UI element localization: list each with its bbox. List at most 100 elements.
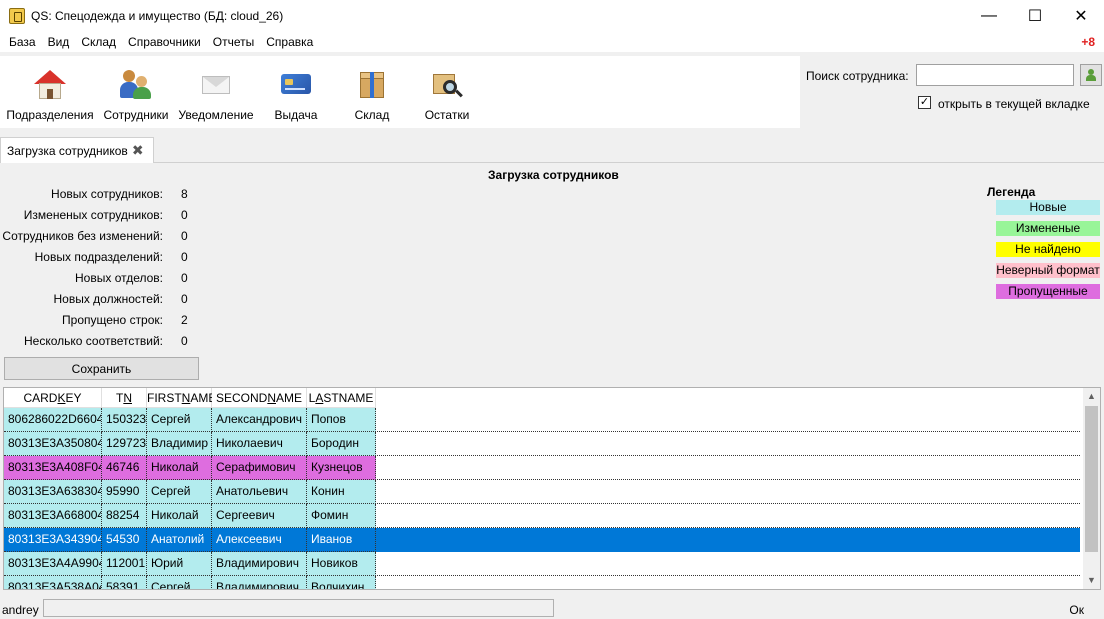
table-row[interactable]: 80313E3A408F04 46746 Николай Серафимович Куз… xyxy=(4,456,1080,480)
menu-item-otchety[interactable]: Отчеты xyxy=(207,35,260,49)
issue-button[interactable]: Выдача xyxy=(260,56,332,128)
tab-strip: Загрузка сотрудников ✖ xyxy=(0,133,1104,163)
window-controls: — ☐ ✕ xyxy=(966,0,1104,32)
stat-label: Измененых сотрудников: xyxy=(23,208,163,222)
table-cell[interactable]: 46746 xyxy=(102,456,147,480)
table-cell[interactable]: Алексеевич xyxy=(212,528,307,552)
table-cell[interactable]: Владимирович xyxy=(212,576,307,589)
tab-employee-load[interactable]: Загрузка сотрудников ✖ xyxy=(0,137,154,163)
departments-button[interactable]: Подразделения xyxy=(0,56,100,128)
table-cell[interactable]: 150323 xyxy=(102,408,147,432)
menu-item-spravochniki[interactable]: Справочники xyxy=(122,35,207,49)
minimize-button[interactable]: — xyxy=(966,0,1012,32)
column-header[interactable]: SECONDNAME xyxy=(212,388,307,408)
table-cell[interactable]: Иванов xyxy=(307,528,376,552)
table-row-selected[interactable]: 80313E3A343904 54530 Анатолий Алексеевич Ива… xyxy=(4,528,1080,552)
table-cell[interactable]: 80313E3A343904 xyxy=(4,528,102,552)
table-cell[interactable]: Кузнецов xyxy=(307,456,376,480)
search-box-icon xyxy=(431,68,463,100)
open-in-current-tab-checkbox[interactable]: ✓ xyxy=(918,96,931,109)
table-row[interactable]: 80313E3A668004 88254 Николай Сергеевич Фомин xyxy=(4,504,1080,528)
table-row[interactable]: 806286022D6604 150323 Сергей Александрович П… xyxy=(4,408,1080,432)
tab-close-icon[interactable]: ✖ xyxy=(132,142,144,159)
table-cell[interactable]: 54530 xyxy=(102,528,147,552)
table-cell[interactable]: Фомин xyxy=(307,504,376,528)
scroll-down-icon[interactable]: ▼ xyxy=(1083,572,1100,589)
employee-search-label: Поиск сотрудника: xyxy=(806,69,909,83)
column-header[interactable]: CARDKEY xyxy=(4,388,102,408)
menu-item-vid[interactable]: Вид xyxy=(42,35,76,49)
table-cell[interactable]: 80313E3A4A9904 xyxy=(4,552,102,576)
table-cell[interactable]: 80313E3A350804 xyxy=(4,432,102,456)
menu-bar: База Вид Склад Справочники Отчеты Справк… xyxy=(0,32,1104,52)
table-cell[interactable]: 112001 xyxy=(102,552,147,576)
column-header[interactable]: TN xyxy=(102,388,147,408)
table-cell[interactable]: Новиков xyxy=(307,552,376,576)
status-user: andrey xyxy=(2,603,39,617)
window-title: QS: Спецодежда и имущество (БД: cloud_26… xyxy=(31,9,284,23)
scroll-thumb[interactable] xyxy=(1085,406,1098,552)
people-icon xyxy=(120,68,152,100)
table-cell[interactable]: 58391 xyxy=(102,576,147,589)
menu-item-sklad[interactable]: Склад xyxy=(75,35,122,49)
close-button[interactable]: ✕ xyxy=(1058,0,1104,32)
balances-button[interactable]: Остатки xyxy=(412,56,482,128)
table-cell[interactable]: Анатолий xyxy=(147,528,212,552)
table-cell[interactable]: Николай xyxy=(147,504,212,528)
stat-label: Пропущено строк: xyxy=(62,313,163,327)
table-row[interactable]: 80313E3A350804 129723 Владимир Николаевич Бо… xyxy=(4,432,1080,456)
table-row[interactable]: 80313E3A4A9904 112001 Юрий Владимирович Нови… xyxy=(4,552,1080,576)
table-cell[interactable]: Николай xyxy=(147,456,212,480)
table-cell[interactable]: Александрович xyxy=(212,408,307,432)
table-cell[interactable]: Юрий xyxy=(147,552,212,576)
stat-value: 2 xyxy=(181,313,188,327)
table-cell[interactable]: Волчихин xyxy=(307,576,376,589)
table-cell[interactable]: 80313E3A638304 xyxy=(4,480,102,504)
employee-search-input[interactable] xyxy=(916,64,1074,86)
stat-label: Новых должностей: xyxy=(53,292,164,306)
table-cell[interactable]: 806286022D6604 xyxy=(4,408,102,432)
table-cell[interactable]: Попов xyxy=(307,408,376,432)
table-cell[interactable]: Владимир xyxy=(147,432,212,456)
open-in-current-tab-label[interactable]: открыть в текущей вкладке xyxy=(938,97,1090,111)
table-cell[interactable]: Сергей xyxy=(147,408,212,432)
table-row[interactable]: 80313E3A538A04 58391 Сергей Владимирович Вол… xyxy=(4,576,376,589)
table-scrollbar[interactable]: ▲ ▼ xyxy=(1083,388,1100,589)
employees-button[interactable]: Сотрудники xyxy=(100,56,172,128)
stat-row: Новых должностей: 0 xyxy=(0,292,200,313)
table-cell[interactable]: 80313E3A538A04 xyxy=(4,576,102,589)
table-cell[interactable]: Конин xyxy=(307,480,376,504)
save-button[interactable]: Сохранить xyxy=(4,357,199,380)
scroll-up-icon[interactable]: ▲ xyxy=(1083,388,1100,405)
card-icon xyxy=(280,68,312,100)
warehouse-button[interactable]: Склад xyxy=(332,56,412,128)
table-cell[interactable]: Николаевич xyxy=(212,432,307,456)
table-cell[interactable]: Сергей xyxy=(147,480,212,504)
menu-item-spravka[interactable]: Справка xyxy=(260,35,319,49)
table-cell[interactable]: Сергеевич xyxy=(212,504,307,528)
stat-row: Новых подразделений: 0 xyxy=(0,250,200,271)
table-cell[interactable]: 80313E3A408F04 xyxy=(4,456,102,480)
table-cell[interactable]: 95990 xyxy=(102,480,147,504)
stat-value: 0 xyxy=(181,229,188,243)
table-cell[interactable]: 129723 xyxy=(102,432,147,456)
table-cell[interactable]: 80313E3A668004 xyxy=(4,504,102,528)
main-toolbar: Подразделения Сотрудники Уведомление Выд… xyxy=(0,56,800,128)
title-bar: QS: Спецодежда и имущество (БД: cloud_26… xyxy=(0,0,1104,32)
table-cell[interactable]: Серафимович xyxy=(212,456,307,480)
house-icon xyxy=(34,68,66,100)
table-cell[interactable]: Владимирович xyxy=(212,552,307,576)
departments-label: Подразделения xyxy=(6,108,94,122)
table-row[interactable]: 80313E3A638304 95990 Сергей Анатольевич Кони… xyxy=(4,480,1080,504)
notification-badge[interactable]: +8 xyxy=(1081,35,1095,49)
column-header[interactable]: LASTNAME xyxy=(307,388,376,408)
table-cell[interactable]: 88254 xyxy=(102,504,147,528)
menu-item-baza[interactable]: База xyxy=(0,35,42,49)
table-cell[interactable]: Анатольевич xyxy=(212,480,307,504)
notification-button[interactable]: Уведомление xyxy=(172,56,260,128)
table-cell[interactable]: Бородин xyxy=(307,432,376,456)
column-header[interactable]: FIRSTNAME xyxy=(147,388,216,408)
table-cell[interactable]: Сергей xyxy=(147,576,212,589)
employee-search-button[interactable] xyxy=(1080,64,1102,86)
maximize-button[interactable]: ☐ xyxy=(1012,0,1058,32)
